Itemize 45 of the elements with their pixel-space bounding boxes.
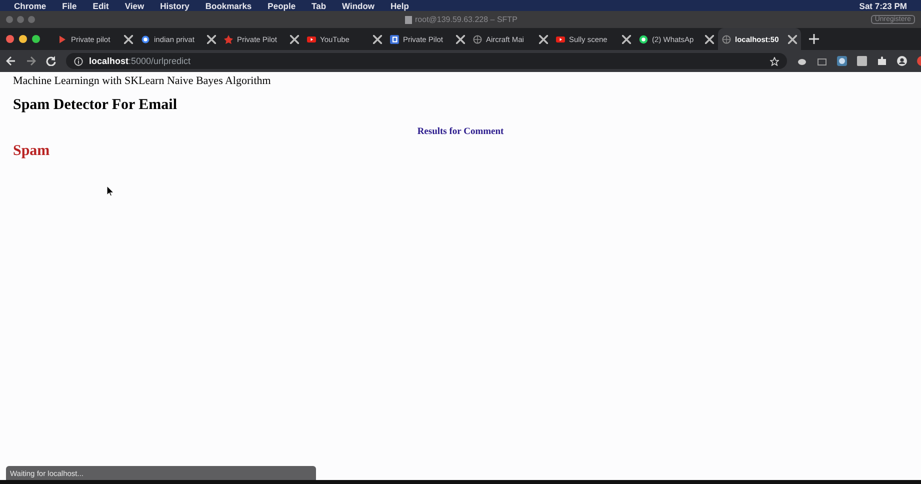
menu-item[interactable]: History (160, 0, 190, 10)
extension-icon[interactable] (837, 56, 847, 66)
menu-item[interactable]: Window (342, 0, 375, 10)
favicon-icon (224, 34, 233, 44)
favicon-icon (390, 34, 399, 44)
favicon-icon (556, 34, 565, 44)
close-icon[interactable] (124, 34, 133, 44)
prediction-result: Spam (13, 143, 51, 160)
close-icon[interactable] (788, 34, 797, 44)
favicon-icon (307, 34, 316, 44)
close-icon[interactable] (456, 34, 465, 44)
favicon-icon (639, 34, 648, 44)
window-title: root@139.59.63.228 – SFTP (415, 15, 518, 24)
menu-item[interactable]: Chrome (14, 0, 46, 10)
document-icon (405, 16, 412, 24)
address-bar[interactable]: localhost:5000/urlpredict (66, 53, 787, 69)
forward-icon[interactable] (26, 56, 36, 66)
info-icon (74, 56, 83, 66)
favicon-icon (141, 34, 150, 44)
menu-item[interactable]: Bookmarks (205, 0, 252, 10)
results-label: Results for Comment (416, 127, 505, 137)
favicon-icon (473, 34, 482, 44)
favicon-icon (722, 34, 731, 44)
close-icon[interactable] (622, 34, 631, 44)
close-icon[interactable] (207, 34, 216, 44)
profile-icon[interactable] (897, 56, 907, 66)
page-heading: Spam Detector For Email (13, 97, 178, 114)
cursor-icon (107, 186, 114, 196)
star-icon[interactable] (770, 56, 779, 66)
reload-icon[interactable] (46, 56, 56, 66)
menu-item[interactable]: Help (390, 0, 409, 10)
clock: Sat 7:23 PM (859, 0, 907, 10)
back-icon[interactable] (6, 56, 16, 66)
close-icon[interactable] (290, 34, 299, 44)
menu-item[interactable]: People (268, 0, 296, 10)
page-subtitle: Machine Learningn with SKLearn Naive Bayes Algorithm (13, 74, 272, 87)
new-tab-icon[interactable] (809, 34, 819, 44)
menu-item[interactable]: View (124, 0, 144, 10)
menu-item[interactable]: Edit (92, 0, 109, 10)
menu-item[interactable]: File (62, 0, 77, 10)
menu-item[interactable]: Tab (312, 0, 326, 10)
close-icon[interactable] (539, 34, 548, 44)
favicon-icon (58, 34, 67, 44)
close-icon[interactable] (373, 34, 382, 44)
close-icon[interactable] (705, 34, 714, 44)
